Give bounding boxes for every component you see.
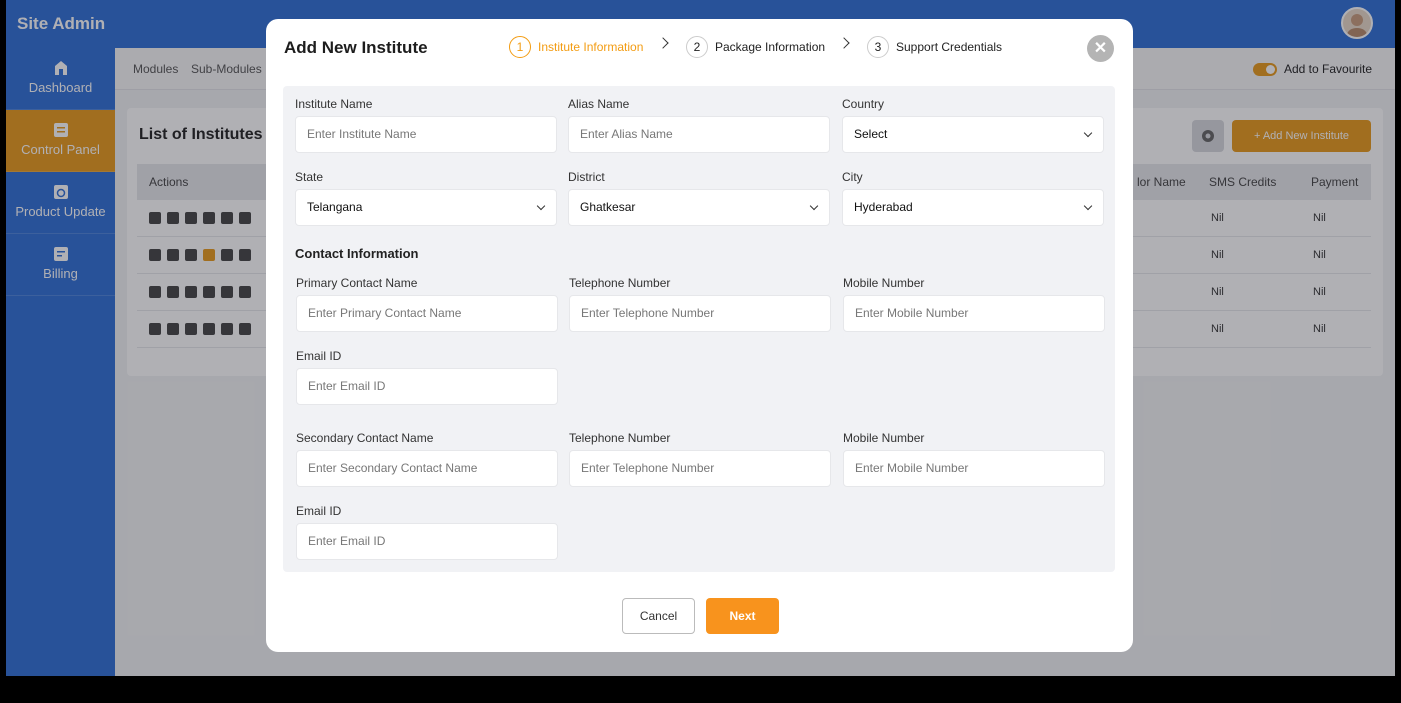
primary-contact-name-input[interactable]: Enter Primary Contact Name [296, 295, 558, 332]
secondary-telephone-input[interactable]: Enter Telephone Number [569, 450, 831, 487]
app-window: Site Admin Dashboard Control Panel Produ… [6, 0, 1395, 676]
secondary-mobile-label: Mobile Number [843, 431, 925, 445]
country-value: Select [854, 127, 888, 141]
primary-mobile-label: Mobile Number [843, 276, 925, 290]
primary-telephone-label: Telephone Number [569, 276, 671, 290]
district-value: Ghatkesar [580, 200, 636, 214]
primary-telephone-input[interactable]: Enter Telephone Number [569, 295, 831, 332]
institute-name-input[interactable]: Enter Institute Name [295, 116, 557, 153]
secondary-mobile-input[interactable]: Enter Mobile Number [843, 450, 1105, 487]
district-label: District [568, 170, 605, 184]
state-value: Telangana [307, 200, 363, 214]
city-select[interactable]: Hyderabad [842, 189, 1104, 226]
contact-section-title: Contact Information [295, 246, 419, 261]
country-select[interactable]: Select [842, 116, 1104, 153]
secondary-contact-name-input[interactable]: Enter Secondary Contact Name [296, 450, 558, 487]
secondary-email-input[interactable]: Enter Email ID [296, 523, 558, 560]
secondary-telephone-label: Telephone Number [569, 431, 671, 445]
chevron-right-icon [838, 37, 850, 49]
add-institute-modal: Add New Institute 1 Institute Informatio… [266, 19, 1133, 652]
close-icon: ✕ [1093, 40, 1108, 57]
cancel-button[interactable]: Cancel [622, 598, 695, 634]
step-label: Support Credentials [896, 40, 1003, 54]
primary-email-label: Email ID [296, 349, 342, 363]
chevron-down-icon [536, 201, 546, 211]
chevron-down-icon [809, 201, 819, 211]
secondary-email-label: Email ID [296, 504, 342, 518]
next-button[interactable]: Next [706, 598, 779, 634]
step-number: 2 [686, 36, 708, 58]
country-label: Country [842, 97, 885, 111]
alias-name-input[interactable]: Enter Alias Name [568, 116, 830, 153]
state-label: State [295, 170, 324, 184]
step-number: 3 [867, 36, 889, 58]
chevron-down-icon [1083, 128, 1093, 138]
primary-contact-name-label: Primary Contact Name [296, 276, 418, 290]
district-select[interactable]: Ghatkesar [568, 189, 830, 226]
institute-name-label: Institute Name [295, 97, 373, 111]
step-package-information[interactable]: 2 Package Information [686, 36, 825, 58]
step-number: 1 [509, 36, 531, 58]
modal-title: Add New Institute [284, 38, 428, 57]
chevron-down-icon [1083, 201, 1093, 211]
chevron-right-icon [657, 37, 669, 49]
city-value: Hyderabad [854, 200, 913, 214]
alias-name-label: Alias Name [568, 97, 630, 111]
step-support-credentials[interactable]: 3 Support Credentials [867, 36, 1002, 58]
institute-form: Institute Name Enter Institute Name Alia… [283, 86, 1115, 572]
primary-email-input[interactable]: Enter Email ID [296, 368, 558, 405]
close-button[interactable]: ✕ [1087, 35, 1114, 62]
city-label: City [842, 170, 863, 184]
step-institute-information[interactable]: 1 Institute Information [509, 36, 643, 58]
step-label: Package Information [715, 40, 826, 54]
secondary-contact-name-label: Secondary Contact Name [296, 431, 434, 445]
primary-mobile-input[interactable]: Enter Mobile Number [843, 295, 1105, 332]
step-label: Institute Information [538, 40, 644, 54]
state-select[interactable]: Telangana [295, 189, 557, 226]
